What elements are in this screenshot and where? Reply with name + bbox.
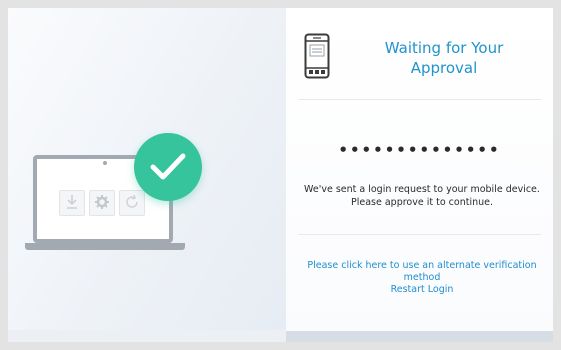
footer-strip-left (8, 330, 286, 342)
page-title: Waiting for Your Approval (364, 38, 524, 78)
gear-icon (89, 190, 115, 216)
restart-login-link[interactable]: Restart Login (306, 284, 538, 296)
login-approval-window: Waiting for Your Approval ••••••••••••••… (8, 8, 553, 342)
masked-code: •••••••••••••• (338, 141, 501, 159)
divider-bottom (298, 234, 541, 235)
download-icon (59, 190, 85, 216)
laptop-base (25, 243, 185, 250)
illustration-panel (8, 8, 286, 342)
mobile-phone-icon (304, 33, 330, 83)
refresh-icon (119, 190, 145, 216)
footer-strip (286, 331, 553, 342)
approval-panel: Waiting for Your Approval ••••••••••••••… (286, 8, 553, 342)
divider-top (298, 99, 541, 100)
laptop-camera (103, 161, 107, 165)
title-line-2: Approval (410, 59, 478, 77)
approval-message: We've sent a login request to your mobil… (304, 184, 540, 208)
title-line-1: Waiting for Your (384, 39, 504, 57)
checkmark-icon (134, 133, 202, 201)
alternate-links: Please click here to use an alternate ve… (306, 260, 538, 296)
alternate-verification-link[interactable]: Please click here to use an alternate ve… (306, 260, 538, 284)
